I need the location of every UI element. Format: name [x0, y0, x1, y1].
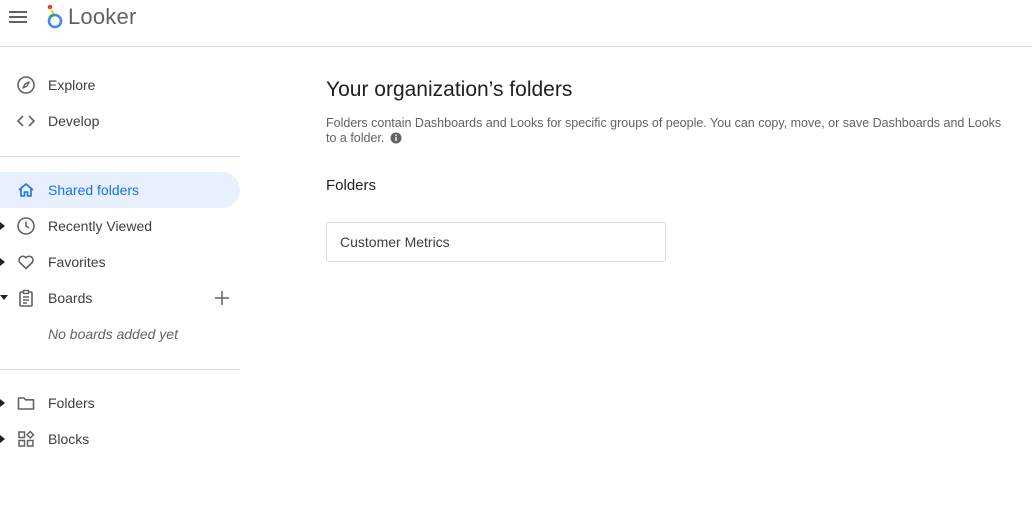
sidebar-item-blocks[interactable]: Blocks: [0, 421, 240, 457]
caret-right-icon[interactable]: [0, 258, 6, 266]
sidebar-item-explore[interactable]: Explore: [0, 67, 240, 103]
page-description: Folders contain Dashboards and Looks for…: [326, 116, 1006, 146]
sidebar-item-develop[interactable]: Develop: [0, 103, 240, 139]
caret-down-icon[interactable]: [0, 295, 8, 301]
looker-logo-icon: [47, 4, 63, 29]
blocks-icon: [16, 429, 36, 449]
heart-icon: [16, 252, 36, 272]
compass-icon: [16, 75, 36, 95]
sidebar-item-label: Shared folders: [48, 182, 140, 198]
sidebar-item-favorites[interactable]: Favorites: [0, 244, 240, 280]
info-icon[interactable]: [390, 132, 402, 144]
page-description-text: Folders contain Dashboards and Looks for…: [326, 116, 1002, 145]
caret-right-icon[interactable]: [0, 435, 6, 443]
sidebar-item-label: Develop: [48, 113, 100, 129]
sidebar: Explore Develop Shared folders Recently …: [0, 48, 240, 505]
sidebar-item-boards[interactable]: Boards: [0, 280, 240, 316]
clock-icon: [16, 216, 36, 236]
sidebar-item-shared-folders[interactable]: Shared folders: [0, 172, 240, 208]
app-name: Looker: [68, 4, 137, 29]
looker-logo[interactable]: Looker: [46, 3, 136, 31]
sidebar-divider: [0, 369, 240, 370]
sidebar-item-label: Recently Viewed: [48, 218, 153, 234]
sidebar-item-label: Explore: [48, 77, 96, 93]
sidebar-item-label: Folders: [48, 395, 95, 411]
folder-icon: [16, 393, 36, 413]
add-board-icon[interactable]: [213, 289, 231, 307]
clipboard-icon: [16, 288, 36, 308]
page-title: Your organization’s folders: [326, 78, 573, 101]
menu-icon[interactable]: [8, 7, 28, 27]
home-icon: [16, 180, 36, 200]
sidebar-item-label: Blocks: [48, 431, 90, 447]
folders-section-title: Folders: [326, 177, 377, 194]
sidebar-item-recently-viewed[interactable]: Recently Viewed: [0, 208, 240, 244]
sidebar-divider: [0, 156, 240, 157]
folder-card-label: Customer Metrics: [340, 234, 450, 250]
sidebar-item-label: Favorites: [48, 254, 106, 270]
folder-card[interactable]: Customer Metrics: [326, 222, 666, 262]
boards-empty-text: No boards added yet: [48, 326, 178, 342]
caret-right-icon[interactable]: [0, 399, 6, 407]
sidebar-item-label: Boards: [48, 290, 93, 306]
top-bar: Looker: [0, 0, 1032, 47]
sidebar-item-folders[interactable]: Folders: [0, 385, 240, 421]
caret-right-icon[interactable]: [0, 222, 6, 230]
code-icon: [16, 111, 36, 131]
